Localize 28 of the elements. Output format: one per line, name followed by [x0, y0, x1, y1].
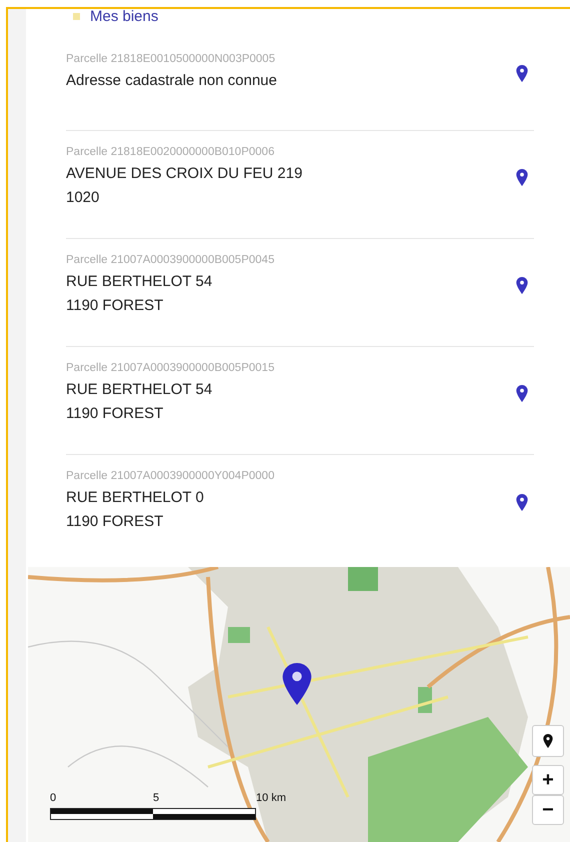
map-pin-icon[interactable]: [516, 65, 528, 82]
zoom-out-button[interactable]: −: [532, 795, 564, 825]
parcel-id: Parcelle 21007A0003900000B005P0015: [66, 362, 274, 374]
parcel-id: Parcelle 21818E0020000000B010P0006: [66, 146, 276, 158]
map-pin-icon[interactable]: [516, 494, 528, 510]
map-pin-icon[interactable]: [516, 277, 528, 294]
section-title[interactable]: Mes biens: [90, 9, 158, 24]
locate-button[interactable]: [532, 725, 564, 757]
address-line: 1190 FOREST: [66, 404, 164, 424]
location-pin-icon: [543, 734, 553, 748]
parcel-id: Parcelle 21818E0010500000N003P0005: [66, 53, 276, 65]
address-line: AVENUE DES CROIX DU FEU 219: [66, 164, 302, 184]
map-marker-icon: [282, 663, 312, 705]
scale-label: 5: [153, 792, 160, 805]
address-line: RUE BERTHELOT 54: [66, 380, 214, 400]
address-line: 1190 FOREST: [66, 512, 164, 532]
map-pin-icon[interactable]: [516, 169, 528, 186]
map-pin-icon[interactable]: [516, 385, 528, 402]
scale-label: 10 km: [256, 792, 286, 805]
parcel-id: Parcelle 21007A0003900000Y004P0000: [66, 470, 274, 482]
address-line: RUE BERTHELOT 0: [66, 488, 205, 508]
address-line: Adresse cadastrale non connue: [66, 71, 277, 91]
address-line: 1190 FOREST: [66, 296, 164, 316]
scale-label: 0: [50, 792, 56, 805]
parcel-id: Parcelle 21007A0003900000B005P0045: [66, 254, 274, 266]
address-line: RUE BERTHELOT 54: [66, 272, 214, 292]
address-line: 1020: [66, 188, 100, 208]
zoom-in-button[interactable]: +: [532, 765, 564, 795]
